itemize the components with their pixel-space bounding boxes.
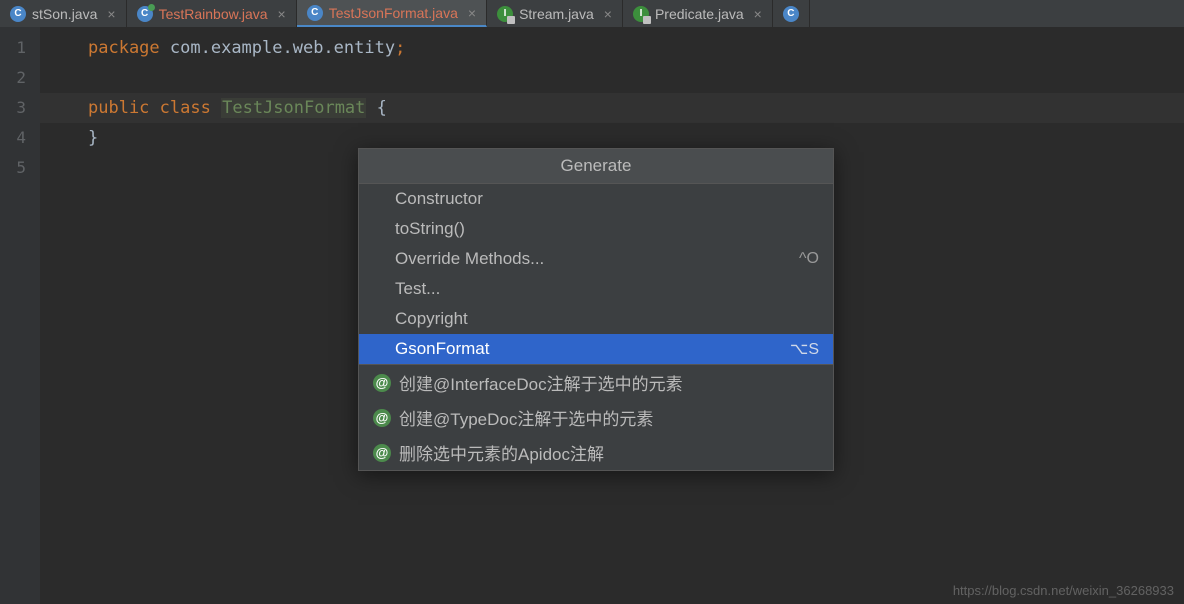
popup-item-8[interactable]: @ 删除选中元素的Apidoc注解 xyxy=(359,435,833,470)
code-line-3: public class TestJsonFormat { xyxy=(88,93,1184,123)
tab-TestRainbow-java[interactable]: C TestRainbow.java × xyxy=(127,0,297,27)
code-line-2 xyxy=(88,63,1184,93)
popup-item-label: Copyright xyxy=(395,309,468,329)
popup-item-2[interactable]: Override Methods... ^O xyxy=(359,244,833,274)
popup-item-label: Test... xyxy=(395,279,440,299)
line-number: 1 xyxy=(0,33,40,63)
close-icon[interactable]: × xyxy=(103,6,115,22)
line-number: 4 xyxy=(0,123,40,153)
code-line-1: package com.example.web.entity; xyxy=(88,33,1184,63)
interface-file-icon: I xyxy=(633,6,649,22)
tab-label: TestJsonFormat.java xyxy=(329,5,458,21)
tab-bar: CstSon.java × C TestRainbow.java × C TestJsonF… xyxy=(0,0,1184,27)
package-name: com.example.web.entity xyxy=(170,38,395,58)
popup-item-6[interactable]: @ 创建@InterfaceDoc注解于选中的元素 xyxy=(359,365,833,400)
open-brace: { xyxy=(377,98,387,118)
watermark-text: https://blog.csdn.net/weixin_36268933 xyxy=(953,583,1174,598)
annotation-icon: @ xyxy=(373,444,391,462)
keyword-public: public xyxy=(88,98,149,118)
popup-item-label: GsonFormat xyxy=(395,339,489,359)
class-file-icon: C xyxy=(783,6,799,22)
popup-item-7[interactable]: @ 创建@TypeDoc注解于选中的元素 xyxy=(359,400,833,435)
line-number: 2 xyxy=(0,63,40,93)
tab-Predicate-java[interactable]: I Predicate.java × xyxy=(623,0,773,27)
lock-indicator-icon xyxy=(643,16,651,24)
close-brace: } xyxy=(88,128,98,148)
shortcut-label: ⌥S xyxy=(790,339,819,359)
keyword-class: class xyxy=(160,98,211,118)
line-number: 5 xyxy=(0,153,40,183)
tab-label: TestRainbow.java xyxy=(159,6,268,22)
class-file-icon: C xyxy=(137,6,153,22)
popup-title: Generate xyxy=(359,149,833,184)
popup-item-5[interactable]: GsonFormat ⌥S xyxy=(359,334,833,364)
semicolon: ; xyxy=(395,38,405,58)
popup-item-label: Override Methods... xyxy=(395,249,544,269)
generate-popup: Generate Constructor toString() Override M… xyxy=(358,148,834,471)
popup-item-4[interactable]: Copyright xyxy=(359,304,833,334)
popup-item-label: Constructor xyxy=(395,189,483,209)
popup-item-label: 创建@InterfaceDoc注解于选中的元素 xyxy=(399,370,683,395)
tab-stSon-java[interactable]: CstSon.java × xyxy=(0,0,127,27)
tab-partial[interactable]: C xyxy=(773,0,810,27)
tab-TestJsonFormat-java[interactable]: C TestJsonFormat.java × xyxy=(297,0,487,27)
interface-file-icon: I xyxy=(497,6,513,22)
run-indicator-icon xyxy=(148,4,155,11)
close-icon[interactable]: × xyxy=(464,5,476,21)
keyword-package: package xyxy=(88,38,160,58)
popup-item-0[interactable]: Constructor xyxy=(359,184,833,214)
class-file-icon: C xyxy=(307,5,323,21)
shortcut-label: ^O xyxy=(799,250,819,268)
tab-label: Stream.java xyxy=(519,6,594,22)
popup-item-1[interactable]: toString() xyxy=(359,214,833,244)
popup-item-label: 删除选中元素的Apidoc注解 xyxy=(399,440,604,465)
line-number: 3 xyxy=(0,93,40,123)
close-icon[interactable]: × xyxy=(750,6,762,22)
tab-label: Predicate.java xyxy=(655,6,744,22)
tab-label: stSon.java xyxy=(32,6,97,22)
popup-item-3[interactable]: Test... xyxy=(359,274,833,304)
tab-Stream-java[interactable]: I Stream.java × xyxy=(487,0,623,27)
annotation-icon: @ xyxy=(373,409,391,427)
lock-indicator-icon xyxy=(507,16,515,24)
popup-item-label: 创建@TypeDoc注解于选中的元素 xyxy=(399,405,653,430)
line-gutter: 12345 xyxy=(0,27,40,604)
class-name: TestJsonFormat xyxy=(221,98,366,118)
popup-item-label: toString() xyxy=(395,219,465,239)
close-icon[interactable]: × xyxy=(600,6,612,22)
class-file-icon: C xyxy=(10,6,26,22)
close-icon[interactable]: × xyxy=(274,6,286,22)
annotation-icon: @ xyxy=(373,374,391,392)
popup-body: Constructor toString() Override Methods...… xyxy=(359,184,833,470)
